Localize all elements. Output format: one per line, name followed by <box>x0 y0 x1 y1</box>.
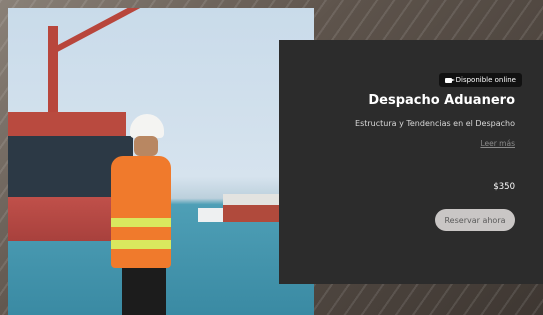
worker-legs <box>122 268 166 315</box>
worker-head <box>134 136 158 156</box>
course-title: Despacho Aduanero <box>368 93 515 108</box>
reserve-button[interactable]: Reservar ahora <box>435 209 515 231</box>
hero-image <box>8 8 314 315</box>
port-worker <box>108 114 178 315</box>
video-camera-icon <box>444 77 455 83</box>
course-card: Disponible online Despacho Aduanero Estr… <box>279 40 543 284</box>
vest-stripe <box>111 240 171 249</box>
vest-stripe <box>111 218 171 227</box>
badge-label: Disponible online <box>455 76 516 84</box>
course-subtitle: Estructura y Tendencias en el Despacho <box>355 119 515 128</box>
hard-hat <box>130 114 164 138</box>
course-price: $350 <box>493 182 515 192</box>
distant-ship <box>223 194 283 222</box>
read-more-link[interactable]: Leer más <box>480 139 515 148</box>
safety-vest <box>111 156 171 268</box>
online-badge: Disponible online <box>438 73 522 87</box>
crane <box>48 26 58 114</box>
crane-arm <box>51 8 187 54</box>
